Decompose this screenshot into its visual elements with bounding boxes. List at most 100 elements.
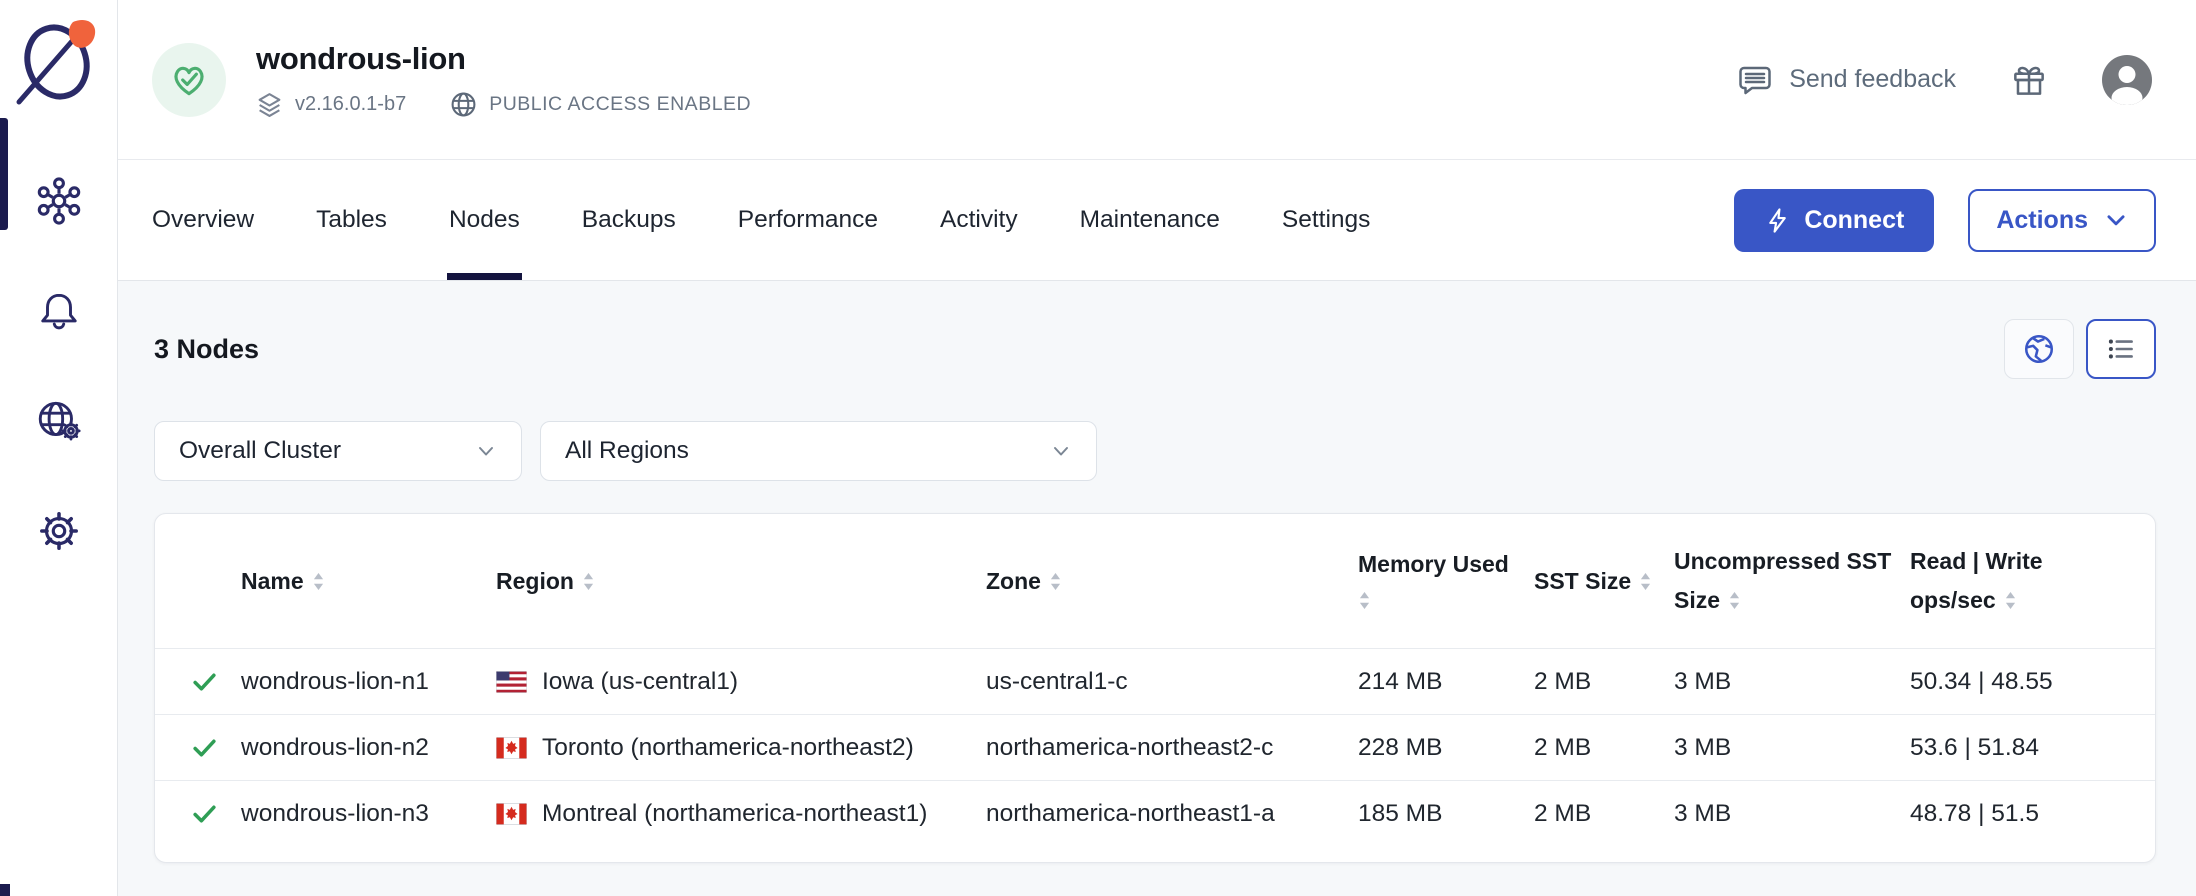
node-sst-size: 2 MB <box>1534 800 1674 828</box>
chevron-down-icon <box>475 440 497 462</box>
gift-button[interactable] <box>2008 59 2050 101</box>
node-name: wondrous-lion-n1 <box>241 668 496 696</box>
cluster-header: wondrous-lion v2.16.0.1-b7 PUBLIC ACCE <box>118 0 2196 160</box>
tab-activity[interactable]: Activity <box>940 160 1018 280</box>
canada-flag-icon <box>496 737 527 759</box>
user-avatar-icon <box>2102 55 2152 105</box>
column-read-write-ops[interactable]: Read | Write ops/sec <box>1910 548 2119 614</box>
column-label: Memory Used <box>1358 551 1509 578</box>
header-right: Send feedback <box>1735 55 2152 105</box>
tabs: Overview Tables Nodes Backups Performanc… <box>152 160 1370 280</box>
health-badge <box>152 43 226 117</box>
tab-settings[interactable]: Settings <box>1282 160 1371 280</box>
sidebar-item-clusters[interactable] <box>0 146 117 256</box>
content: 3 Nodes <box>118 281 2196 896</box>
node-status <box>191 668 241 695</box>
node-status <box>191 734 241 761</box>
node-status <box>191 800 241 827</box>
tab-tables[interactable]: Tables <box>316 160 387 280</box>
table-row: wondrous-lion-n2 Toronto (northamerica-n… <box>155 714 2155 780</box>
bell-icon <box>36 288 82 334</box>
user-avatar[interactable] <box>2102 55 2152 105</box>
cluster-filter-value: Overall Cluster <box>179 437 475 465</box>
node-zone: northamerica-northeast1-a <box>986 800 1358 828</box>
nodes-table-card: Name Region Zone <box>154 513 2156 863</box>
tab-performance[interactable]: Performance <box>738 160 878 280</box>
column-uncompressed-sst-size[interactable]: Uncompressed SST Size <box>1674 548 1910 614</box>
sort-icon <box>1639 571 1652 592</box>
globe-icon <box>450 91 477 118</box>
lightning-icon <box>1764 207 1791 234</box>
tab-actions: Connect Actions <box>1734 160 2196 280</box>
node-name: wondrous-lion-n2 <box>241 734 496 762</box>
column-label: SST Size <box>1534 568 1631 595</box>
yugabyte-logo-icon[interactable] <box>13 12 105 106</box>
sidebar <box>0 0 118 896</box>
table-row: wondrous-lion-n3 Montreal (northamerica-… <box>155 780 2155 846</box>
column-memory-used[interactable]: Memory Used <box>1358 551 1534 611</box>
table-row: wondrous-lion-n1 Iowa (us-central1) us-c… <box>155 648 2155 714</box>
content-head: 3 Nodes <box>154 319 2156 379</box>
sidebar-item-alerts[interactable] <box>0 256 117 366</box>
flag-icon <box>496 671 527 693</box>
layers-icon <box>256 91 283 118</box>
node-name: wondrous-lion-n3 <box>241 800 496 828</box>
column-label: Read | Write <box>1910 548 2043 575</box>
version-label: v2.16.0.1-b7 <box>295 93 406 116</box>
column-label: Uncompressed SST <box>1674 548 1891 575</box>
tab-maintenance[interactable]: Maintenance <box>1080 160 1220 280</box>
tab-bar: Overview Tables Nodes Backups Performanc… <box>118 160 2196 281</box>
column-label: ops/sec <box>1910 587 1996 614</box>
column-label: Zone <box>986 568 1041 595</box>
column-zone[interactable]: Zone <box>986 568 1358 595</box>
view-toggles <box>2004 319 2156 379</box>
actions-label: Actions <box>1996 206 2088 235</box>
gear-icon <box>34 506 84 556</box>
public-access-label: PUBLIC ACCESS ENABLED <box>489 93 751 116</box>
list-view-icon <box>2104 332 2138 366</box>
region-label: Iowa (us-central1) <box>542 668 738 696</box>
connect-button[interactable]: Connect <box>1734 189 1934 252</box>
green-check-icon <box>191 734 218 761</box>
region-filter-select[interactable]: All Regions <box>540 421 1097 481</box>
page-title: wondrous-lion <box>256 41 751 77</box>
node-memory: 228 MB <box>1358 734 1534 762</box>
sidebar-item-network[interactable] <box>0 366 117 476</box>
green-check-icon <box>191 668 218 695</box>
filters: Overall Cluster All Regions <box>154 421 2156 481</box>
cluster-meta: v2.16.0.1-b7 PUBLIC ACCESS ENABLED <box>256 91 751 118</box>
send-feedback-button[interactable]: Send feedback <box>1735 60 1956 100</box>
column-name[interactable]: Name <box>241 568 496 595</box>
sidebar-bottom-indicator <box>0 884 10 896</box>
node-uncompressed-sst: 3 MB <box>1674 668 1910 696</box>
sort-icon <box>312 571 325 592</box>
actions-button[interactable]: Actions <box>1968 189 2156 252</box>
sort-icon <box>1728 590 1741 611</box>
node-sst-size: 2 MB <box>1534 668 1674 696</box>
column-region[interactable]: Region <box>496 568 986 595</box>
tab-overview[interactable]: Overview <box>152 160 254 280</box>
column-label: Region <box>496 568 574 595</box>
column-sst-size[interactable]: SST Size <box>1534 568 1674 595</box>
us-flag-icon <box>496 671 527 693</box>
node-memory: 185 MB <box>1358 800 1534 828</box>
tab-backups[interactable]: Backups <box>582 160 676 280</box>
send-feedback-label: Send feedback <box>1789 65 1956 94</box>
nodes-count-heading: 3 Nodes <box>154 334 259 365</box>
map-view-toggle[interactable] <box>2004 319 2074 379</box>
region-label: Toronto (northamerica-northeast2) <box>542 734 914 762</box>
chevron-down-icon <box>1050 440 1072 462</box>
region-filter-value: All Regions <box>565 437 1050 465</box>
gift-icon <box>2008 59 2050 101</box>
chevron-down-icon <box>2104 208 2128 232</box>
green-check-icon <box>191 800 218 827</box>
column-label: Size <box>1674 587 1720 614</box>
node-region: Toronto (northamerica-northeast2) <box>496 734 986 762</box>
cluster-filter-select[interactable]: Overall Cluster <box>154 421 522 481</box>
tab-nodes[interactable]: Nodes <box>449 160 520 280</box>
node-zone: us-central1-c <box>986 668 1358 696</box>
sidebar-item-settings[interactable] <box>0 476 117 586</box>
list-view-toggle[interactable] <box>2086 319 2156 379</box>
globe-gear-icon <box>34 396 84 446</box>
globe-map-view-icon <box>2022 332 2056 366</box>
